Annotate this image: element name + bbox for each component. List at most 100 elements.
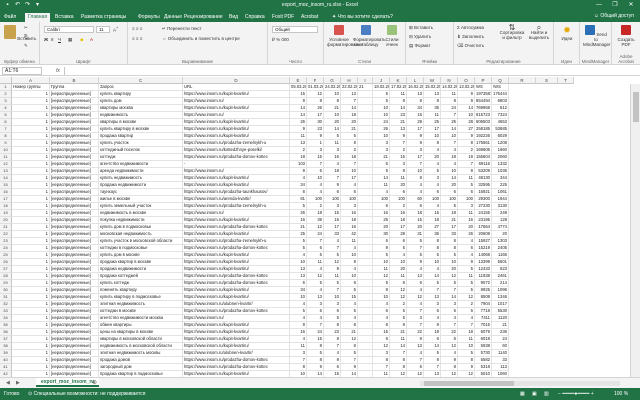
table-cell[interactable]: 8 (290, 364, 307, 371)
table-cell[interactable]: [нераспределенные] (50, 231, 99, 238)
row-header[interactable]: 11 (0, 154, 12, 161)
table-cell[interactable]: 7718 (475, 308, 492, 315)
table-cell[interactable]: https://www.insom.ru/kupit-kvartiru/ (183, 119, 290, 126)
table-cell[interactable]: 4 (341, 301, 358, 308)
table-cell[interactable] (358, 203, 373, 210)
table-cell[interactable]: 6 (441, 336, 458, 343)
table-cell[interactable]: 100 (390, 196, 407, 203)
column-header[interactable]: L (407, 77, 424, 84)
table-cell[interactable]: 7 (407, 308, 424, 315)
table-cell[interactable]: 4 (373, 301, 390, 308)
table-cell[interactable]: 16 (341, 210, 358, 217)
table-cell[interactable]: 10 (341, 252, 358, 259)
column-header[interactable]: R (509, 77, 536, 84)
table-cell[interactable]: 5 (441, 252, 458, 259)
table-cell[interactable]: [нераспределенные] (50, 98, 99, 105)
table-cell[interactable]: 11 (441, 91, 458, 98)
tab-insert[interactable]: Вставка (55, 14, 74, 20)
paste-button[interactable]: Вставить (4, 25, 36, 41)
table-cell[interactable]: [нераспределенные] (50, 266, 99, 273)
table-cell[interactable]: 10 (341, 168, 358, 175)
row-header[interactable]: 41 (0, 364, 12, 371)
table-cell[interactable]: 2461 (492, 273, 509, 280)
table-cell[interactable] (358, 287, 373, 294)
column-header[interactable]: S (536, 77, 558, 84)
table-cell[interactable]: [нераспределенные] (50, 245, 99, 252)
table-cell[interactable]: 1 (12, 217, 50, 224)
table-cell[interactable] (358, 161, 373, 168)
table-cell[interactable] (358, 231, 373, 238)
table-cell[interactable]: 4 (290, 252, 307, 259)
table-cell[interactable]: 8 (458, 140, 475, 147)
row-header[interactable]: 13 (0, 168, 12, 175)
row-header[interactable]: 32 (0, 301, 12, 308)
view-page-break-icon[interactable]: ▥ (544, 391, 549, 397)
table-cell[interactable]: 6 (390, 189, 407, 196)
table-cell[interactable]: 9 (324, 357, 341, 364)
number-format-select[interactable]: Общий (272, 26, 318, 33)
table-cell[interactable]: 10 (390, 259, 407, 266)
horizontal-scrollbar[interactable] (420, 381, 620, 386)
table-cell[interactable]: 11 (373, 266, 390, 273)
table-cell[interactable]: 4653 (492, 119, 509, 126)
insert-cells-button[interactable]: ⊞ Вставить (409, 25, 433, 31)
table-cell[interactable]: 12 (390, 287, 407, 294)
table-cell[interactable]: 5 (307, 252, 324, 259)
table-cell[interactable]: коттеджный поселок (99, 147, 183, 154)
table-cell[interactable]: https://www.insom.ru/kupit-kvartiru/ (183, 182, 290, 189)
table-cell[interactable]: 7 (424, 364, 441, 371)
table-cell[interactable]: https://www.insom.ru/ (183, 112, 290, 119)
table-cell[interactable]: 14 (441, 175, 458, 182)
table-cell[interactable]: 9 (407, 133, 424, 140)
table-cell[interactable]: купить дом в москве (99, 252, 183, 259)
ideas-button[interactable]: ✹ Идеи (557, 25, 577, 41)
header-cell[interactable]: 21 (358, 84, 373, 91)
table-cell[interactable]: 14 (424, 343, 441, 350)
table-cell[interactable] (358, 91, 373, 98)
table-cell[interactable]: 26 (373, 126, 390, 133)
table-cell[interactable]: 1166 (492, 252, 509, 259)
table-cell[interactable]: 20 (492, 231, 509, 238)
table-cell[interactable]: [нераспределенные] (50, 238, 99, 245)
table-cell[interactable]: 9 (307, 364, 324, 371)
table-cell[interactable]: 6 (390, 280, 407, 287)
table-cell[interactable]: 9 (458, 98, 475, 105)
table-cell[interactable]: 7 (341, 98, 358, 105)
table-cell[interactable]: 10 (373, 259, 390, 266)
table-cell[interactable]: 1 (12, 189, 50, 196)
table-cell[interactable]: 3 (341, 203, 358, 210)
table-cell[interactable]: 53209 (475, 168, 492, 175)
header-cell[interactable]: 22.02.2026 (341, 84, 358, 91)
table-cell[interactable] (358, 119, 373, 126)
table-cell[interactable]: [нераспределенные] (50, 189, 99, 196)
copy-icon[interactable]: ⎘ (24, 34, 28, 39)
table-cell[interactable]: 17 (407, 154, 424, 161)
table-cell[interactable]: 7 (307, 322, 324, 329)
table-cell[interactable]: 69116 (475, 161, 492, 168)
table-cell[interactable] (358, 350, 373, 357)
underline-button[interactable]: Ч (58, 37, 61, 42)
table-cell[interactable]: 6 (407, 203, 424, 210)
table-cell[interactable]: 1 (12, 224, 50, 231)
align-top-icon[interactable]: ≡ ≡ ≡ (132, 26, 142, 31)
table-cell[interactable]: 1 (12, 364, 50, 371)
table-cell[interactable]: 9 (307, 133, 324, 140)
table-cell[interactable]: 5 (458, 266, 475, 273)
format-as-table-button[interactable]: Форматировать как таблицу (353, 25, 386, 47)
column-header[interactable]: N (441, 77, 458, 84)
column-header[interactable]: A (12, 77, 50, 84)
table-cell[interactable]: 175444 (492, 91, 509, 98)
table-cell[interactable]: 17 (307, 112, 324, 119)
table-cell[interactable]: 9072 (475, 280, 492, 287)
row-header[interactable]: 29 (0, 280, 12, 287)
table-cell[interactable]: 19 (424, 329, 441, 336)
table-cell[interactable] (358, 140, 373, 147)
table-cell[interactable]: 113 (492, 364, 509, 371)
table-cell[interactable]: элитная недвижимость (99, 301, 183, 308)
table-cell[interactable]: 27 (424, 224, 441, 231)
table-cell[interactable] (358, 259, 373, 266)
table-cell[interactable]: [нераспределенные] (50, 126, 99, 133)
table-cell[interactable]: 7 (441, 112, 458, 119)
column-header[interactable]: M (424, 77, 441, 84)
table-cell[interactable]: 5 (407, 238, 424, 245)
